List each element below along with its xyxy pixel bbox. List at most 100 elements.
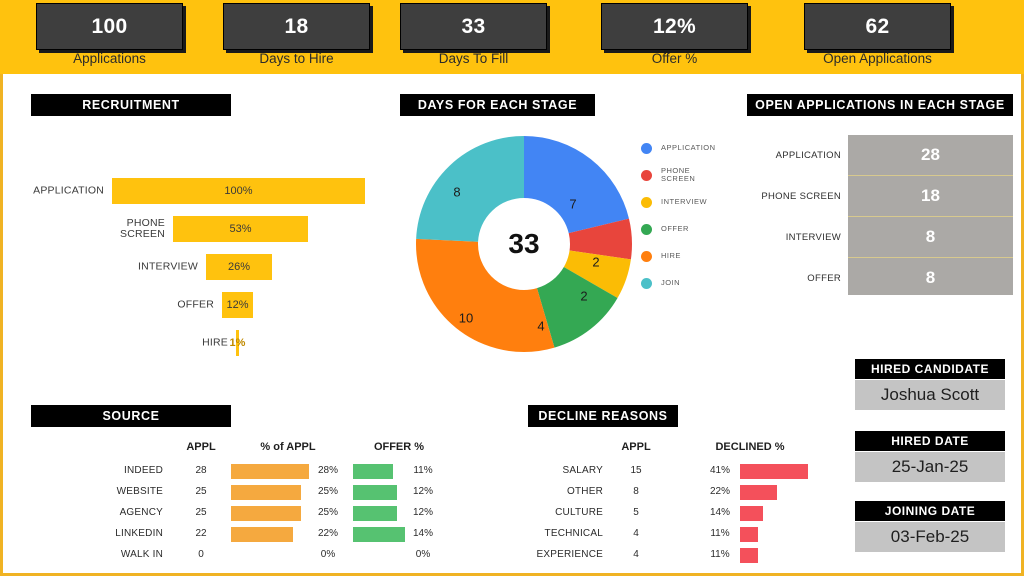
kpi-open-applications[interactable]: 62 Open Applications xyxy=(790,0,970,74)
source-col-appl: APPL xyxy=(186,441,216,453)
table-row[interactable]: INTERVIEW 8 xyxy=(786,217,1013,258)
source-pct-appl-value: 25% xyxy=(317,507,338,518)
kpi-header: 100 Applications 18 Days to Hire 33 Days… xyxy=(0,0,1024,74)
source-offer-pct-bar xyxy=(353,464,393,479)
funnel-bar: 26% xyxy=(206,254,272,280)
source-col-offer-pct: OFFER % xyxy=(373,441,425,453)
legend-label: APPLICATION xyxy=(661,142,716,152)
decline-appl-value: 8 xyxy=(633,486,639,497)
table-row[interactable]: PHONE SCREEN 18 xyxy=(761,176,1013,217)
section-title-decline-reasons: DECLINE REASONS xyxy=(528,405,678,427)
decline-appl-value: 4 xyxy=(633,528,639,539)
legend-dot-icon xyxy=(641,196,652,208)
source-pct-appl-value: 0% xyxy=(320,549,336,560)
row-label: INTERVIEW xyxy=(785,231,841,243)
kpi-value: 100 xyxy=(91,14,128,38)
kpi-days-to-hire[interactable]: 18 Days to Hire xyxy=(209,0,389,74)
source-col-pct-appl: % of APPL xyxy=(260,441,316,453)
hired-candidate-name: Joshua Scott xyxy=(855,380,1005,410)
source-appl-value: 25 xyxy=(195,486,207,497)
source-appl-value: 25 xyxy=(195,507,207,518)
funnel-bar: 100% xyxy=(112,178,365,204)
decline-pct-bar xyxy=(740,464,808,479)
section-title-open-applications: OPEN APPLICATIONS IN EACH STAGE xyxy=(747,94,1013,116)
funnel-value: 26% xyxy=(227,261,251,273)
legend-label: PHONE SCREEN xyxy=(661,165,696,183)
kpi-label: Days To Fill xyxy=(438,51,509,66)
decline-pct-bar xyxy=(740,527,758,542)
row-value: 18 xyxy=(921,186,940,205)
legend-item-phone-screen[interactable]: PHONE SCREEN xyxy=(641,165,741,183)
funnel-value: 53% xyxy=(229,223,252,235)
kpi-offer-percent[interactable]: 12% Offer % xyxy=(587,0,767,74)
kpi-days-to-fill[interactable]: 33 Days To Fill xyxy=(386,0,566,74)
decline-pct-bar xyxy=(740,548,758,563)
kpi-box: 33 xyxy=(400,3,547,50)
section-title-days-for-each-stage: DAYS FOR EACH STAGE xyxy=(400,94,595,116)
table-row[interactable]: APPLICATION 28 xyxy=(776,135,1013,176)
source-row-label: WALK IN xyxy=(120,549,163,560)
legend-item-join[interactable]: JOIN xyxy=(641,275,741,291)
hired-date-title: HIRED DATE xyxy=(855,431,1005,451)
kpi-box: 100 xyxy=(36,3,183,50)
source-offer-pct-value: 12% xyxy=(412,507,433,518)
kpi-label: Open Applications xyxy=(823,51,932,66)
source-appl-value: 22 xyxy=(195,528,207,539)
legend-label: HIRE xyxy=(661,250,681,260)
row-label: OFFER xyxy=(807,272,841,284)
row-value: 28 xyxy=(921,145,940,164)
legend-item-application[interactable]: APPLICATION xyxy=(641,140,741,156)
legend-item-offer[interactable]: OFFER xyxy=(641,221,741,237)
donut-center-total: 33 xyxy=(508,228,540,259)
funnel-value: 12% xyxy=(226,299,249,311)
funnel-value: 1% xyxy=(229,337,246,349)
decline-pct-bar xyxy=(740,485,777,500)
legend-item-interview[interactable]: INTERVIEW xyxy=(641,194,741,210)
donut-value-phone-screen: 2 xyxy=(592,254,600,270)
donut-legend: APPLICATION PHONE SCREEN INTERVIEW OFFER… xyxy=(641,140,741,302)
kpi-value: 18 xyxy=(284,14,309,38)
days-for-each-stage-donut[interactable]: 33 7 2 2 4 10 8 xyxy=(416,136,632,352)
source-row-label: INDEED xyxy=(124,465,163,476)
kpi-value: 12% xyxy=(653,14,696,38)
table-row[interactable]: OFFER 8 xyxy=(807,258,1013,298)
source-pct-appl-bar xyxy=(231,527,293,542)
funnel-label: OFFER xyxy=(177,298,214,311)
decline-row-label: CULTURE xyxy=(555,507,603,518)
decline-row-label: SALARY xyxy=(562,465,603,476)
kpi-applications[interactable]: 100 Applications xyxy=(22,0,202,74)
open-applications-table: APPLICATION 28 PHONE SCREEN 18 INTERVIEW… xyxy=(761,135,1013,298)
row-label: APPLICATION xyxy=(775,149,841,161)
funnel-value: 100% xyxy=(224,185,253,197)
decline-pct-bar xyxy=(740,506,763,521)
kpi-label: Offer % xyxy=(651,51,698,66)
source-pct-appl-value: 22% xyxy=(317,528,338,539)
donut-value-hire: 10 xyxy=(458,310,474,326)
row-value: 8 xyxy=(925,227,936,246)
kpi-label: Applications xyxy=(73,51,146,66)
legend-item-hire[interactable]: HIRE xyxy=(641,248,741,264)
decline-appl-value: 5 xyxy=(633,507,639,518)
decline-pct-value: 41% xyxy=(709,465,730,476)
source-appl-value: 28 xyxy=(195,465,207,476)
donut-value-application: 7 xyxy=(569,196,577,212)
funnel-bar: 53% xyxy=(173,216,308,242)
decline-col-declined-pct: DECLINED % xyxy=(715,441,785,453)
source-pct-appl-value: 28% xyxy=(317,465,338,476)
decline-pct-value: 11% xyxy=(710,528,730,539)
decline-col-appl: APPL xyxy=(621,441,651,453)
source-pct-appl-bar xyxy=(231,485,301,500)
source-offer-pct-value: 0% xyxy=(415,549,431,560)
source-offer-pct-value: 14% xyxy=(412,528,433,539)
donut-value-interview: 2 xyxy=(580,288,588,304)
funnel-bar: 1% xyxy=(230,330,245,356)
funnel-label: APPLICATION xyxy=(33,184,104,197)
donut-value-offer: 4 xyxy=(537,318,545,334)
legend-dot-icon xyxy=(641,169,652,181)
legend-dot-icon xyxy=(641,250,652,262)
legend-dot-icon xyxy=(641,142,652,154)
funnel-label: PHONE SCREEN xyxy=(120,217,165,240)
legend-dot-icon xyxy=(641,277,652,289)
source-offer-pct-bar xyxy=(353,506,397,521)
source-offer-pct-bar xyxy=(353,527,405,542)
